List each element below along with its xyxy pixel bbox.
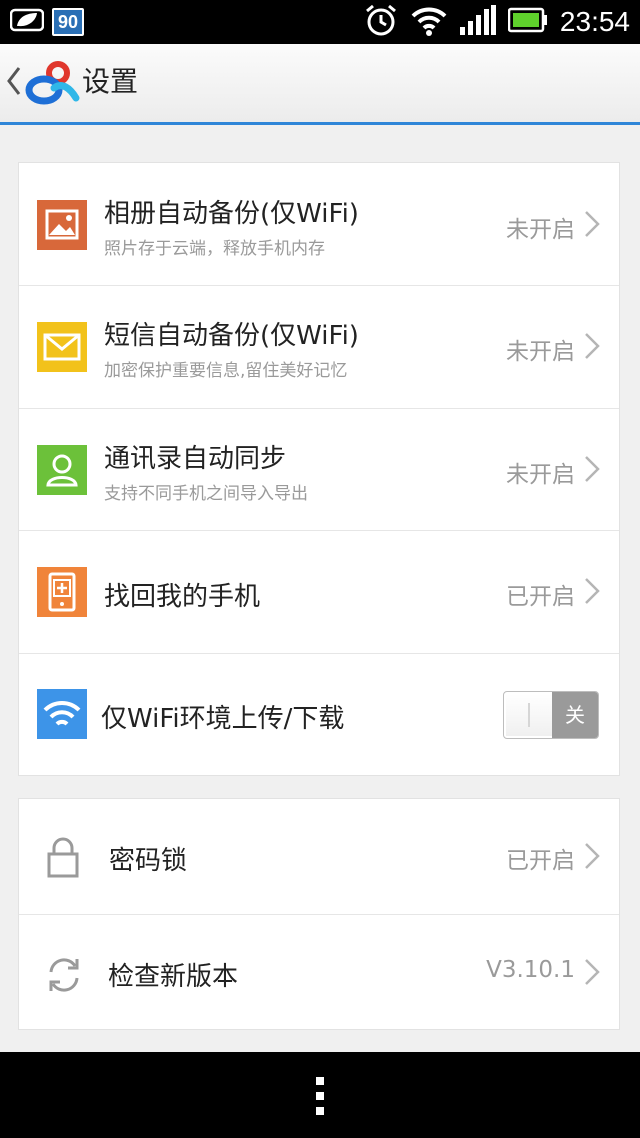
security-settings-card: 密码锁 已开启 检查新版本 V3.10.1 (18, 798, 620, 1030)
row-status: 已开启 (506, 584, 575, 610)
settings-row-contacts-sync[interactable]: 通讯录自动同步 支持不同手机之间导入导出 未开启 (19, 409, 619, 531)
baidu-cloud-logo-icon[interactable] (24, 58, 82, 112)
chevron-right-icon (583, 841, 601, 871)
find-phone-icon (37, 567, 87, 617)
contact-icon (37, 445, 87, 495)
menu-dots-icon[interactable] (316, 1077, 324, 1115)
row-status: 已开启 (506, 848, 575, 874)
row-subtitle: 加密保护重要信息,留住美好记忆 (104, 361, 348, 381)
refresh-icon (44, 955, 84, 995)
settings-row-password-lock[interactable]: 密码锁 已开启 (19, 799, 619, 915)
settings-row-check-update[interactable]: 检查新版本 V3.10.1 (19, 915, 619, 1031)
row-status: 未开启 (506, 339, 575, 365)
cell-signal-icon (459, 5, 496, 39)
page-title: 设置 (82, 65, 139, 98)
lock-icon (45, 836, 81, 878)
chevron-right-icon (583, 957, 601, 987)
alarm-icon (364, 3, 398, 41)
battery-saver-badge: 90 (52, 8, 85, 36)
row-title: 短信自动备份(仅WiFi) (104, 321, 359, 351)
wifi-icon (37, 689, 87, 739)
row-title: 检查新版本 (108, 962, 239, 992)
row-status: 未开启 (506, 217, 575, 243)
toggle-off-label: 关 (552, 692, 598, 738)
row-title: 找回我的手机 (104, 582, 261, 612)
wifi-only-toggle[interactable]: 关 (503, 691, 599, 739)
settings-row-sms-backup[interactable]: 短信自动备份(仅WiFi) 加密保护重要信息,留住美好记忆 未开启 (19, 286, 619, 409)
back-chevron-icon[interactable] (6, 66, 22, 100)
chevron-right-icon (583, 209, 601, 239)
system-nav-bar (0, 1052, 640, 1138)
row-title: 仅WiFi环境上传/下载 (101, 704, 345, 734)
leaf-eco-icon (9, 7, 45, 37)
chevron-right-icon (583, 331, 601, 361)
row-subtitle: 支持不同手机之间导入导出 (104, 484, 308, 504)
settings-row-find-phone[interactable]: 找回我的手机 已开启 (19, 531, 619, 654)
sync-settings-card: 相册自动备份(仅WiFi) 照片存于云端，释放手机内存 未开启 短信自动备份(仅… (18, 162, 620, 776)
row-title: 密码锁 (109, 846, 188, 876)
photo-icon (37, 200, 87, 250)
status-bar: 90 23:54 (0, 0, 640, 44)
row-title: 通讯录自动同步 (104, 444, 287, 474)
chevron-right-icon (583, 454, 601, 484)
wifi-signal-icon (410, 4, 448, 40)
settings-row-photo-backup[interactable]: 相册自动备份(仅WiFi) 照片存于云端，释放手机内存 未开启 (19, 163, 619, 286)
row-subtitle: 照片存于云端，释放手机内存 (104, 239, 325, 259)
clock: 23:54 (559, 6, 630, 37)
settings-row-wifi-only: 仅WiFi环境上传/下载 关 (19, 654, 619, 777)
app-header: 设置 (0, 44, 640, 122)
row-title: 相册自动备份(仅WiFi) (104, 199, 359, 229)
toggle-knob[interactable] (506, 694, 553, 736)
row-status: 未开启 (506, 462, 575, 488)
row-status: V3.10.1 (486, 957, 575, 983)
chevron-right-icon (583, 576, 601, 606)
header-accent-line (0, 122, 640, 125)
battery-icon (507, 7, 548, 37)
envelope-icon (37, 322, 87, 372)
